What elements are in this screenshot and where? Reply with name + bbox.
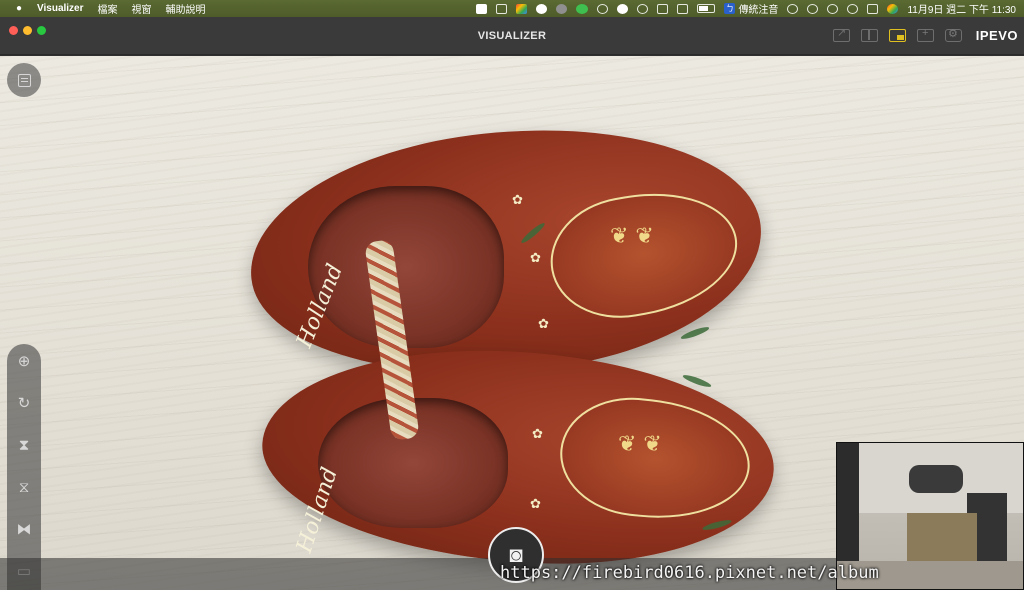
- wechat-icon[interactable]: [637, 3, 649, 14]
- control-center-icon[interactable]: [867, 3, 879, 14]
- ipevo-logo: IPEVO: [975, 28, 1018, 43]
- play-status-icon[interactable]: [597, 3, 609, 14]
- menu-app-name[interactable]: Visualizer: [37, 3, 84, 14]
- chat-status-icon[interactable]: [556, 3, 568, 14]
- search-icon[interactable]: [827, 3, 839, 14]
- line-icon[interactable]: [576, 3, 589, 14]
- mirror-vertical-icon[interactable]: ⧖: [14, 478, 34, 498]
- side-toolbar: ⊕ ↻ ⧗ ⧖ ⧓ ▭: [7, 344, 41, 590]
- penguin-icon[interactable]: [536, 3, 548, 14]
- picture-in-picture-icon[interactable]: [889, 29, 906, 42]
- zoom-icon[interactable]: ⊕: [14, 352, 34, 372]
- flip-vertical-icon[interactable]: ⧗: [14, 436, 34, 456]
- app-status-icon[interactable]: [516, 3, 528, 14]
- menu-bar: ● Visualizer 檔案 視窗 輔助說明 ㄅ 傳統注音 11月9日 週二 …: [0, 0, 1024, 17]
- mirror-horizontal-icon[interactable]: ⧓: [14, 520, 34, 540]
- view-mode-toolbar: [833, 26, 962, 42]
- visualizer-window: VISUALIZER IPEVO ❦ ❦ ✿ ✿ ✿ Holland: [0, 17, 1024, 590]
- flower-icon: ✿: [530, 496, 541, 511]
- menu-window[interactable]: 視窗: [132, 1, 152, 16]
- input-method-menu[interactable]: ㄅ 傳統注音: [724, 1, 778, 16]
- camera-status-icon[interactable]: [476, 3, 488, 14]
- input-method-label: 傳統注音: [738, 5, 779, 16]
- apple-icon[interactable]: ●: [12, 3, 26, 14]
- w-status-icon[interactable]: [496, 3, 508, 14]
- watermark-url: https://firebird0616.pixnet.net/album: [500, 563, 879, 583]
- battery-icon[interactable]: [697, 4, 716, 13]
- siri-icon[interactable]: [887, 3, 899, 14]
- flower-icon: ✿: [512, 192, 523, 207]
- sidebar-menu-button[interactable]: [7, 63, 41, 97]
- robot-figure: [909, 465, 963, 493]
- clog-top: ❦ ❦ ✿ ✿ ✿ Holland: [238, 105, 774, 399]
- list-icon: [17, 73, 31, 87]
- camera-feed[interactable]: ❦ ❦ ✿ ✿ ✿ Holland ❦ ❦ ✿ ✿ Holland ⊕ ↻ ⧗ …: [0, 56, 1024, 590]
- input-method-icon: ㄅ: [724, 3, 736, 14]
- time-machine-icon[interactable]: [847, 3, 859, 14]
- export-icon[interactable]: [833, 26, 850, 42]
- title-bar: VISUALIZER IPEVO: [0, 17, 1024, 55]
- menu-file[interactable]: 檔案: [98, 1, 118, 16]
- settings-icon[interactable]: [945, 27, 962, 42]
- user-icon[interactable]: [807, 3, 819, 14]
- wifi-icon[interactable]: [787, 3, 799, 14]
- check-status-icon[interactable]: [617, 3, 629, 14]
- decoration-icon: ❦ ❦: [610, 224, 654, 249]
- status-area: ㄅ 傳統注音 11月9日 週二 下午 11:30: [476, 0, 1016, 17]
- add-window-icon[interactable]: [917, 27, 934, 42]
- menu-help[interactable]: 輔助說明: [166, 1, 206, 16]
- flower-icon: ✿: [530, 250, 541, 265]
- bluetooth-icon[interactable]: [677, 3, 689, 14]
- decoration-icon: ❦ ❦: [618, 432, 662, 457]
- volume-icon[interactable]: [657, 3, 669, 14]
- split-view-icon[interactable]: [861, 29, 878, 42]
- flower-icon: ✿: [532, 426, 543, 441]
- flower-icon: ✿: [538, 316, 549, 331]
- menu-clock[interactable]: 11月9日 週二 下午 11:30: [907, 1, 1016, 16]
- rotate-icon[interactable]: ↻: [14, 394, 34, 414]
